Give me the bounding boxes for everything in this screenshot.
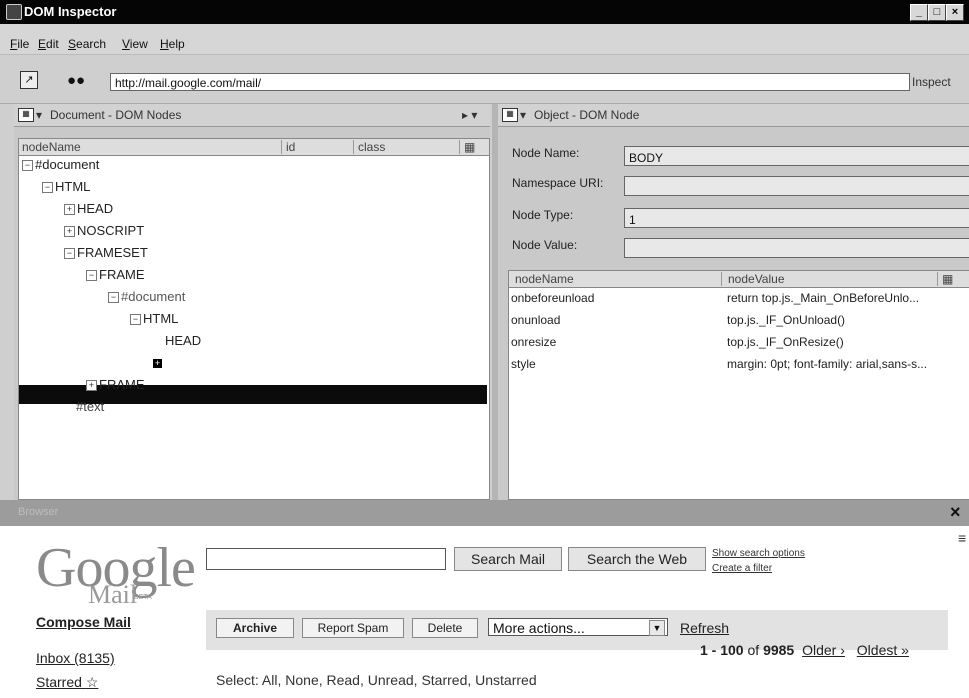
namespace-uri-label: Namespace URI: — [512, 176, 604, 190]
window-title: DOM Inspector — [24, 4, 117, 19]
close-button[interactable]: × — [946, 4, 964, 21]
column-picker-icon[interactable]: ▦ — [459, 140, 475, 154]
tree-node[interactable]: #text — [76, 399, 104, 414]
search-mail-button[interactable]: Search Mail — [454, 547, 562, 571]
dom-tree[interactable]: nodeName id class ▦ − #document − HTML + HE… — [18, 138, 490, 500]
refresh-link[interactable]: Refresh — [680, 620, 729, 636]
dom-nodes-header: ▦ ▾ Document - DOM Nodes ▸ ▾ — [14, 104, 490, 127]
attr-value[interactable]: return top.js._Main_OnBeforeUnlo... — [727, 291, 919, 305]
search-web-button[interactable]: Search the Web — [568, 547, 706, 571]
tree-node[interactable]: − #document — [22, 157, 99, 172]
panel-menu-icon[interactable]: ▦ — [502, 108, 518, 122]
menu-edit[interactable]: Edit — [38, 37, 59, 51]
beta-tag: BETA — [134, 594, 152, 601]
dom-nodes-title: Document - DOM Nodes — [50, 108, 182, 122]
dom-node-header: ▦ ▾ Object - DOM Node — [498, 104, 969, 127]
menu-help[interactable]: Help — [160, 37, 185, 51]
inspect-pointer-icon[interactable]: ↗ — [20, 71, 38, 89]
chevron-down-icon[interactable]: ▾ — [520, 108, 526, 122]
chevron-down-icon[interactable]: ▾ — [36, 108, 42, 122]
inbox-link[interactable]: Inbox (8135) — [36, 650, 115, 666]
attr-value[interactable]: top.js._IF_OnUnload() — [727, 313, 845, 327]
mail-logo-text: Mail — [88, 580, 138, 609]
tree-node[interactable]: + NOSCRIPT — [64, 223, 144, 238]
dom-nodes-pane: ▦ ▾ Document - DOM Nodes ▸ ▾ nodeName id… — [14, 104, 490, 500]
column-picker-icon[interactable]: ▦ — [937, 272, 953, 286]
scroll-grip-icon[interactable]: ≡ — [958, 530, 966, 546]
browser-panel-label: Browser — [18, 506, 59, 518]
attr-name[interactable]: onunload — [511, 313, 560, 327]
column-attr-nodevalue[interactable]: nodeValue — [721, 272, 785, 286]
report-spam-button[interactable]: Report Spam — [302, 618, 404, 638]
namespace-uri-field[interactable] — [624, 176, 969, 196]
tree-node[interactable]: + HEAD — [64, 201, 113, 216]
tree-node[interactable]: + FRAME — [86, 377, 145, 392]
node-value-field[interactable] — [624, 238, 969, 258]
tree-node[interactable]: HEAD — [165, 333, 201, 348]
menu-search[interactable]: Search — [68, 37, 106, 51]
tree-node[interactable]: − FRAMESET — [64, 245, 148, 260]
binoculars-icon[interactable]: ●● — [66, 71, 86, 91]
tree-node[interactable]: − #document — [108, 289, 185, 304]
pager-of: of — [747, 642, 760, 658]
tree-node-selected[interactable]: + BODY — [152, 355, 202, 370]
url-field[interactable]: http://mail.google.com/mail/ — [110, 73, 910, 91]
more-actions-select[interactable]: More actions... ▼ — [488, 618, 668, 636]
tree-node[interactable]: − FRAME — [86, 267, 145, 282]
column-attr-nodename[interactable]: nodeName — [515, 272, 574, 286]
inspect-button[interactable]: Inspect — [912, 75, 951, 89]
compose-mail-link[interactable]: Compose Mail — [36, 614, 131, 630]
show-search-options-link[interactable]: Show search options — [712, 548, 805, 559]
title-bar: DOM Inspector _ □ × — [0, 0, 969, 24]
pane-arrow-icon[interactable]: ▸ ▾ — [462, 108, 477, 122]
attr-value[interactable]: margin: 0pt; font-family: arial,sans-s..… — [727, 357, 927, 371]
node-value-label: Node Value: — [512, 238, 578, 252]
pager: 1 - 100 of 9985 Older › Oldest » — [700, 642, 909, 658]
attr-name[interactable]: onbeforeunload — [511, 291, 594, 305]
pager-range: 1 - 100 — [700, 642, 744, 658]
attributes-table[interactable]: nodeName nodeValue ▦ onbeforeunload retu… — [508, 270, 969, 500]
column-class[interactable]: class — [353, 140, 385, 154]
tree-node[interactable]: − HTML — [130, 311, 178, 326]
node-name-field[interactable]: BODY — [624, 146, 969, 166]
tree-column-header: nodeName id class ▦ — [19, 139, 489, 156]
menu-view[interactable]: View — [122, 37, 148, 51]
attr-value[interactable]: top.js._IF_OnResize() — [727, 335, 844, 349]
dom-node-title: Object - DOM Node — [534, 108, 640, 122]
attr-name[interactable]: onresize — [511, 335, 556, 349]
node-type-field[interactable]: 1 — [624, 208, 969, 228]
more-actions-label: More actions... — [493, 620, 585, 636]
toolbar: ↗ ●● http://mail.google.com/mail/ Inspec… — [0, 55, 969, 104]
attr-name[interactable]: style — [511, 357, 536, 371]
starred-label: Starred — [36, 674, 82, 690]
attributes-header: nodeName nodeValue ▦ — [509, 271, 969, 288]
browser-panel-bar: Browser × — [0, 500, 969, 526]
chevron-down-icon[interactable]: ▼ — [649, 620, 665, 636]
starred-link[interactable]: Starred ☆ — [36, 674, 98, 691]
node-name-label: Node Name: — [512, 146, 580, 160]
create-filter-link[interactable]: Create a filter — [712, 563, 772, 574]
close-panel-icon[interactable]: × — [950, 502, 961, 523]
minimize-button[interactable]: _ — [910, 4, 928, 21]
column-id[interactable]: id — [281, 140, 295, 154]
column-nodename[interactable]: nodeName — [22, 140, 81, 154]
menu-bar: File Edit Search View Help — [0, 24, 969, 55]
delete-button[interactable]: Delete — [412, 618, 478, 638]
dom-node-pane: ▦ ▾ Object - DOM Node Node Name: BODY Na… — [498, 104, 969, 500]
select-options[interactable]: Select: All, None, Read, Unread, Starred… — [216, 672, 537, 688]
menu-file[interactable]: File — [10, 37, 29, 51]
oldest-link[interactable]: Oldest » — [857, 642, 909, 658]
gmail-page: Google Mail BETA Search Mail Search the … — [0, 526, 969, 698]
maximize-button[interactable]: □ — [928, 4, 946, 21]
node-type-label: Node Type: — [512, 208, 574, 222]
panel-menu-icon[interactable]: ▦ — [18, 108, 34, 122]
pager-total: 9985 — [763, 642, 795, 658]
older-link[interactable]: Older › — [802, 642, 845, 658]
search-input[interactable] — [206, 548, 446, 570]
archive-button[interactable]: Archive — [216, 618, 294, 638]
app-icon — [6, 4, 22, 20]
star-icon: ☆ — [85, 674, 99, 690]
tree-node[interactable]: − HTML — [42, 179, 90, 194]
